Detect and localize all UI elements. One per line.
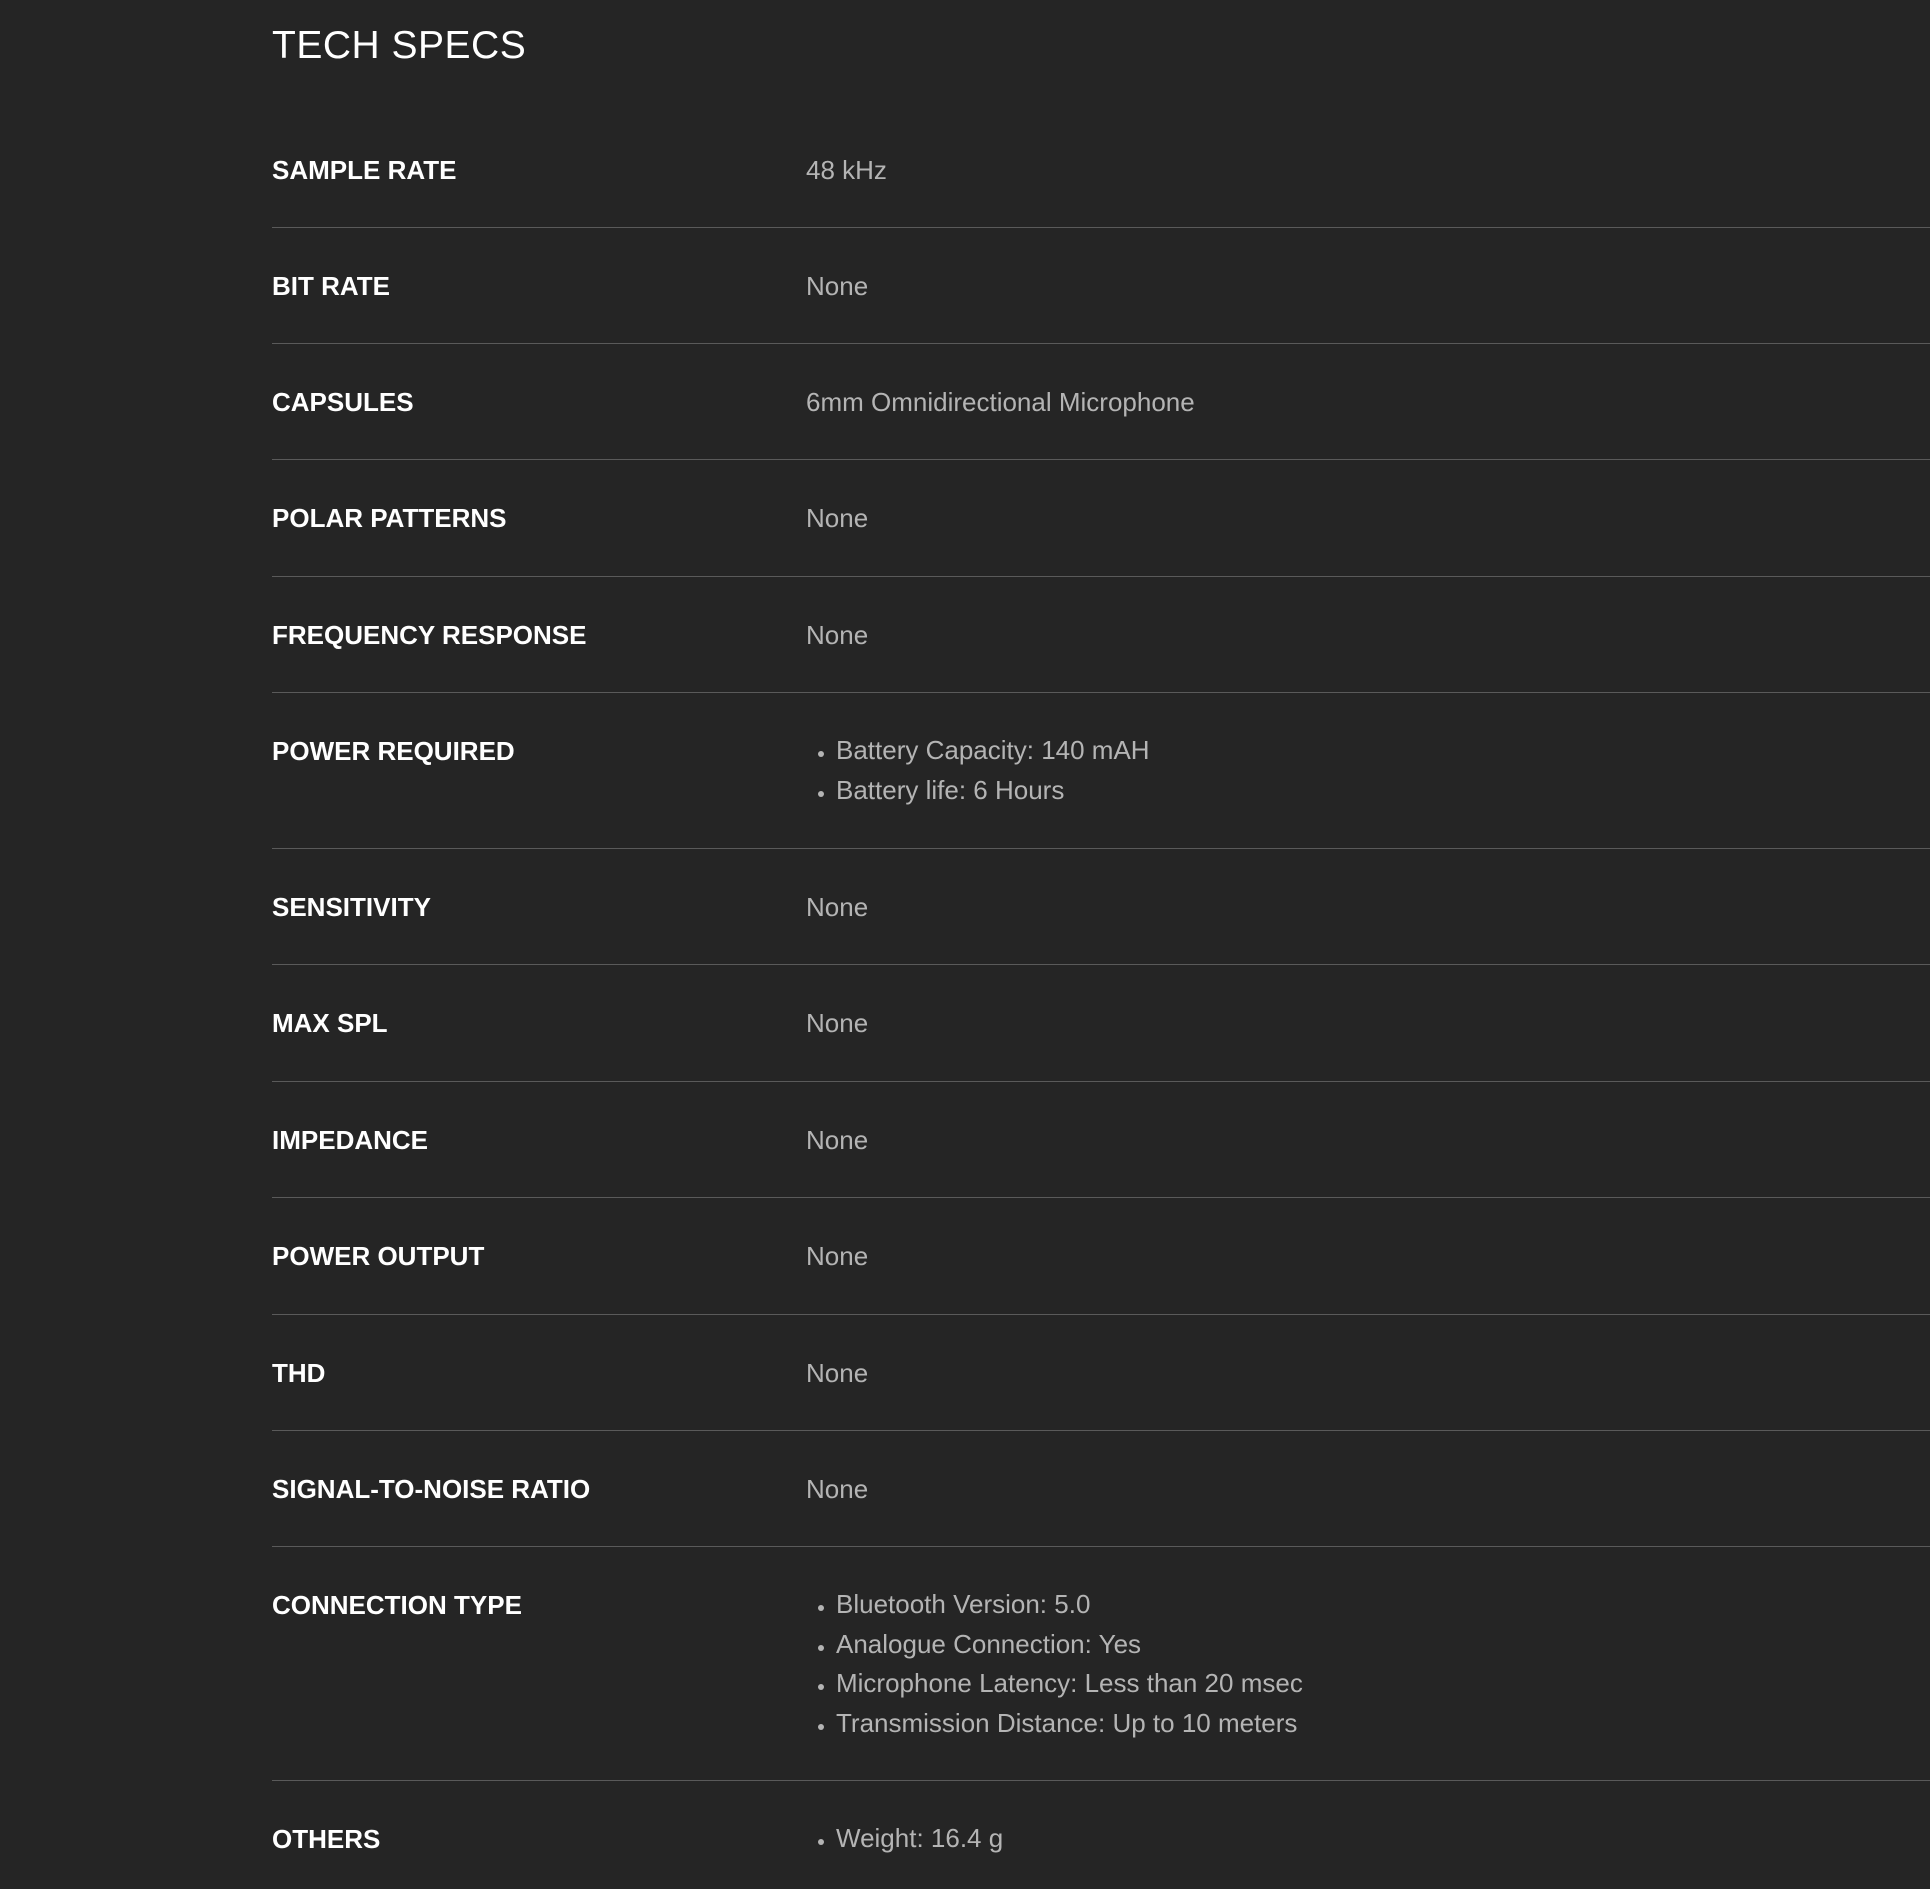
spec-row-max-spl: MAX SPL None	[272, 965, 1930, 1082]
spec-row-power-output: POWER OUTPUT None	[272, 1198, 1930, 1315]
spec-label: THD	[272, 1358, 326, 1388]
list-item: Weight: 16.4 g	[836, 1819, 1003, 1859]
spec-label: CONNECTION TYPE	[272, 1590, 522, 1620]
spec-row-capsules: CAPSULES 6mm Omnidirectional Microphone	[272, 344, 1930, 460]
spec-row-others: OTHERS Weight: 16.4 g	[272, 1781, 1930, 1881]
spec-label: SAMPLE RATE	[272, 155, 457, 185]
spec-label: POLAR PATTERNS	[272, 503, 507, 533]
spec-value: 48 kHz	[806, 155, 887, 185]
spec-row-impedance: IMPEDANCE None	[272, 1082, 1930, 1198]
spec-label: MAX SPL	[272, 1008, 388, 1038]
spec-value-list: Weight: 16.4 g	[806, 1819, 1003, 1881]
tech-specs-page: TECH SPECS SAMPLE RATE 48 kHz BIT RATE N…	[0, 0, 1930, 1889]
spec-row-bit-rate: BIT RATE None	[272, 228, 1930, 344]
list-item: Microphone Latency: Less than 20 msec	[836, 1664, 1303, 1704]
spec-label: CAPSULES	[272, 387, 414, 417]
specs-table: SAMPLE RATE 48 kHz BIT RATE None CAPSULE…	[272, 112, 1930, 1881]
spec-value: None	[806, 503, 869, 533]
spec-row-sample-rate: SAMPLE RATE 48 kHz	[272, 112, 1930, 228]
list-item: Analogue Connection: Yes	[836, 1625, 1303, 1665]
list-item: Battery life: 6 Hours	[836, 771, 1150, 811]
spec-label: BIT RATE	[272, 271, 390, 301]
spec-row-power-required: POWER REQUIRED Battery Capacity: 140 mAH…	[272, 693, 1930, 849]
spec-value: None	[806, 1125, 869, 1155]
spec-label: OTHERS	[272, 1824, 381, 1854]
spec-value-list: Bluetooth Version: 5.0 Analogue Connecti…	[806, 1585, 1303, 1780]
spec-label: SENSITIVITY	[272, 892, 431, 922]
list-item: Bluetooth Version: 5.0	[836, 1585, 1303, 1625]
spec-label: POWER OUTPUT	[272, 1241, 485, 1271]
spec-value: None	[806, 892, 869, 922]
spec-label: IMPEDANCE	[272, 1125, 429, 1155]
spec-value: 6mm Omnidirectional Microphone	[806, 387, 1195, 417]
spec-row-thd: THD None	[272, 1315, 1930, 1431]
spec-row-connection-type: CONNECTION TYPE Bluetooth Version: 5.0 A…	[272, 1547, 1930, 1781]
page-title: TECH SPECS	[272, 24, 527, 67]
spec-label: SIGNAL-TO-NOISE RATIO	[272, 1474, 591, 1504]
list-item: Battery Capacity: 140 mAH	[836, 731, 1150, 771]
spec-row-sensitivity: SENSITIVITY None	[272, 849, 1930, 965]
list-item: Transmission Distance: Up to 10 meters	[836, 1704, 1303, 1744]
spec-row-polar-patterns: POLAR PATTERNS None	[272, 460, 1930, 577]
spec-label: POWER REQUIRED	[272, 736, 515, 766]
spec-value: None	[806, 1008, 869, 1038]
spec-value-list: Battery Capacity: 140 mAH Battery life: …	[806, 731, 1150, 848]
spec-row-signal-to-noise-ratio: SIGNAL-TO-NOISE RATIO None	[272, 1431, 1930, 1547]
spec-value: None	[806, 620, 869, 650]
spec-value: None	[806, 1241, 869, 1271]
spec-value: None	[806, 1358, 869, 1388]
spec-row-frequency-response: FREQUENCY RESPONSE None	[272, 577, 1930, 693]
spec-value: None	[806, 1474, 869, 1504]
spec-value: None	[806, 271, 869, 301]
spec-label: FREQUENCY RESPONSE	[272, 620, 587, 650]
